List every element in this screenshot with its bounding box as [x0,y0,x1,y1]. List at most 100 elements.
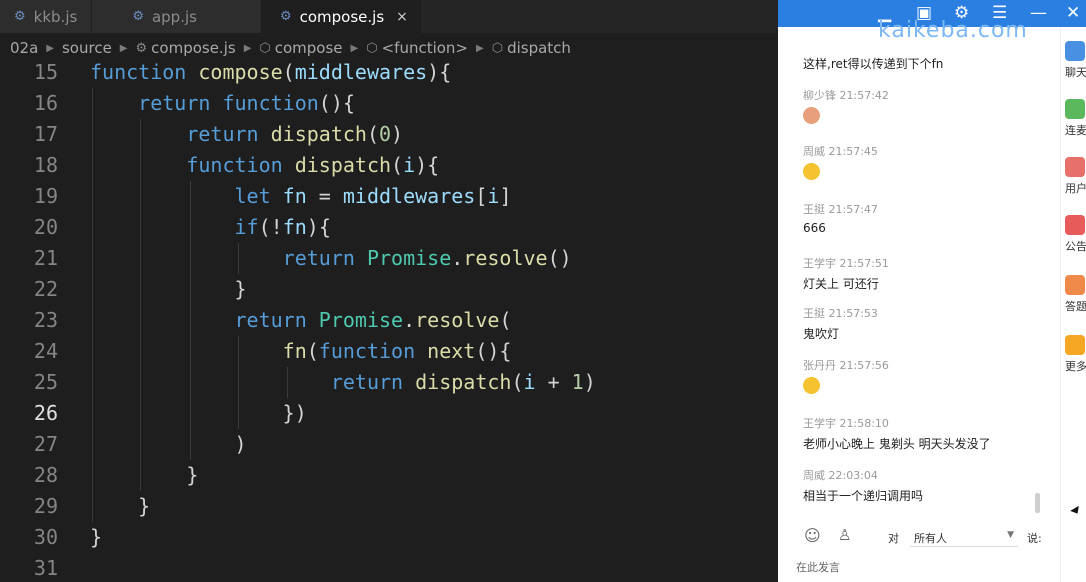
code-line[interactable]: 31 [0,553,778,582]
editor-tabs: ⚙ kkb.js ⚙ app.js ⚙ compose.js × [0,0,778,33]
close-icon[interactable]: ✕ [1066,3,1080,23]
side-item[interactable]: 答题卡 [1065,275,1086,314]
code-token: fn [282,184,307,208]
line-number: 16 [33,91,58,115]
code-token: return [330,370,404,394]
code-token: middlewares [294,60,428,84]
message-header: 王挺 21:57:53 [803,307,878,320]
chat-message: 王挺 21:57:53 鬼吹灯 [803,305,878,342]
code-token: ( [282,60,295,84]
code-text: return Promise.resolve() [90,243,572,274]
user-icon[interactable]: ♙ [838,526,851,544]
code-line[interactable]: 17 return dispatch(0) [0,119,778,150]
code-token: ){ [427,60,452,84]
code-token: dispatch [415,370,512,394]
code-token: dispatch [294,153,392,177]
chat-message: 王学宇 21:57:51 灯关上 可还行 [803,255,889,292]
code-token: next [427,339,476,363]
code-token: . [403,308,416,332]
to-label: 对 [888,532,899,545]
laughing-emoji-icon [803,377,820,394]
gear-icon: ⚙ [132,9,144,24]
message-body: 666 [803,221,826,235]
code-token: return [234,308,307,332]
gear-icon: ⚙ [14,9,26,24]
code-line[interactable]: 20 if(!fn){ [0,212,778,243]
line-number: 26 [33,401,58,425]
code-text: return Promise.resolve( [90,305,512,336]
laughing-emoji-icon [803,163,820,180]
side-item-icon [1065,41,1085,61]
side-item-icon [1065,99,1085,119]
code-token: dispatch [270,122,367,146]
cube-icon: ⬡ [491,40,504,56]
tab-app-js[interactable]: ⚙ app.js [92,0,262,33]
code-line[interactable]: 29 } [0,491,778,522]
chat-panel: ▁ ▣ ⚙ ☰ — ✕ kaikeba.com 这样,ret得以传递到下个fn 柳… [778,0,1086,582]
code-token: fn [282,215,307,239]
emoji-icon[interactable]: ☺ [804,526,821,545]
breadcrumb-item[interactable]: dispatch [507,39,571,57]
message-input[interactable]: 在此发言 [796,559,840,575]
cube-icon: ⬡ [259,40,271,56]
recipient-select[interactable]: 所有人 ▼ [910,526,1018,547]
code-line[interactable]: 16 return function(){ [0,88,778,119]
chat-message: 这样,ret得以传递到下个fn [803,51,943,72]
code-line[interactable]: 27 ) [0,429,778,460]
close-icon[interactable]: × [396,9,408,25]
say-label: 说: [1027,532,1042,545]
message-body: 鬼吹灯 [803,327,840,341]
minimize-window-icon[interactable]: — [1030,3,1047,23]
code-text: return dispatch(0) [90,119,403,150]
code-token: ( [499,308,512,332]
code-token: ) [90,432,247,456]
chevron-right-icon: ▶ [243,42,252,54]
code-token: return [186,122,259,146]
side-item[interactable]: 连麦 [1065,99,1086,138]
code-line[interactable]: 26 }) [0,398,778,429]
tab-kkb-js[interactable]: ⚙ kkb.js [0,0,93,33]
chat-message: 周威 22:03:04 相当于一个递归调用吗 [803,467,923,504]
side-item[interactable]: 公告 [1065,215,1086,254]
code-line[interactable]: 24 fn(function next(){ [0,336,778,367]
code-line[interactable]: 25 return dispatch(i + 1) [0,367,778,398]
side-item[interactable]: 用户 [1065,157,1086,196]
breadcrumb-item[interactable]: 02a [10,39,38,57]
code-area[interactable]: 15 function compose(middlewares){16 retur… [0,57,778,582]
tab-compose-js[interactable]: ⚙ compose.js × [261,0,421,33]
code-token: () [547,246,572,270]
scrollbar[interactable] [1035,493,1040,513]
breadcrumb-item[interactable]: compose [275,39,343,57]
code-text: } [90,460,198,491]
code-line[interactable]: 22 } [0,274,778,305]
code-line[interactable]: 15 function compose(middlewares){ [0,57,778,88]
breadcrumb-item[interactable]: compose.js [151,39,236,57]
code-line[interactable]: 28 } [0,460,778,491]
code-token: [ [475,184,488,208]
code-line[interactable]: 23 return Promise.resolve( [0,305,778,336]
code-text: } [90,274,246,305]
code-text: fn(function next(){ [90,336,512,367]
chevron-right-icon: ▶ [350,42,359,54]
side-item[interactable]: 更多 [1065,335,1086,374]
cube-icon: ⬡ [366,40,378,56]
code-line[interactable]: 18 function dispatch(i){ [0,150,778,181]
code-line[interactable]: 19 let fn = middlewares[i] [0,181,778,212]
breadcrumb-item[interactable]: source [62,39,112,57]
message-header: 王挺 21:57:47 [803,203,878,216]
side-item-label: 答题卡 [1065,300,1086,313]
breadcrumb-item[interactable]: <function> [382,39,468,57]
line-number: 28 [33,463,58,487]
code-token: resolve [415,308,500,332]
code-token: return [138,91,211,115]
line-number: 15 [33,60,58,84]
code-line[interactable]: 30} [0,522,778,553]
emoji-container [803,163,878,183]
code-line[interactable]: 21 return Promise.resolve() [0,243,778,274]
side-item[interactable]: 聊天 [1065,41,1086,80]
